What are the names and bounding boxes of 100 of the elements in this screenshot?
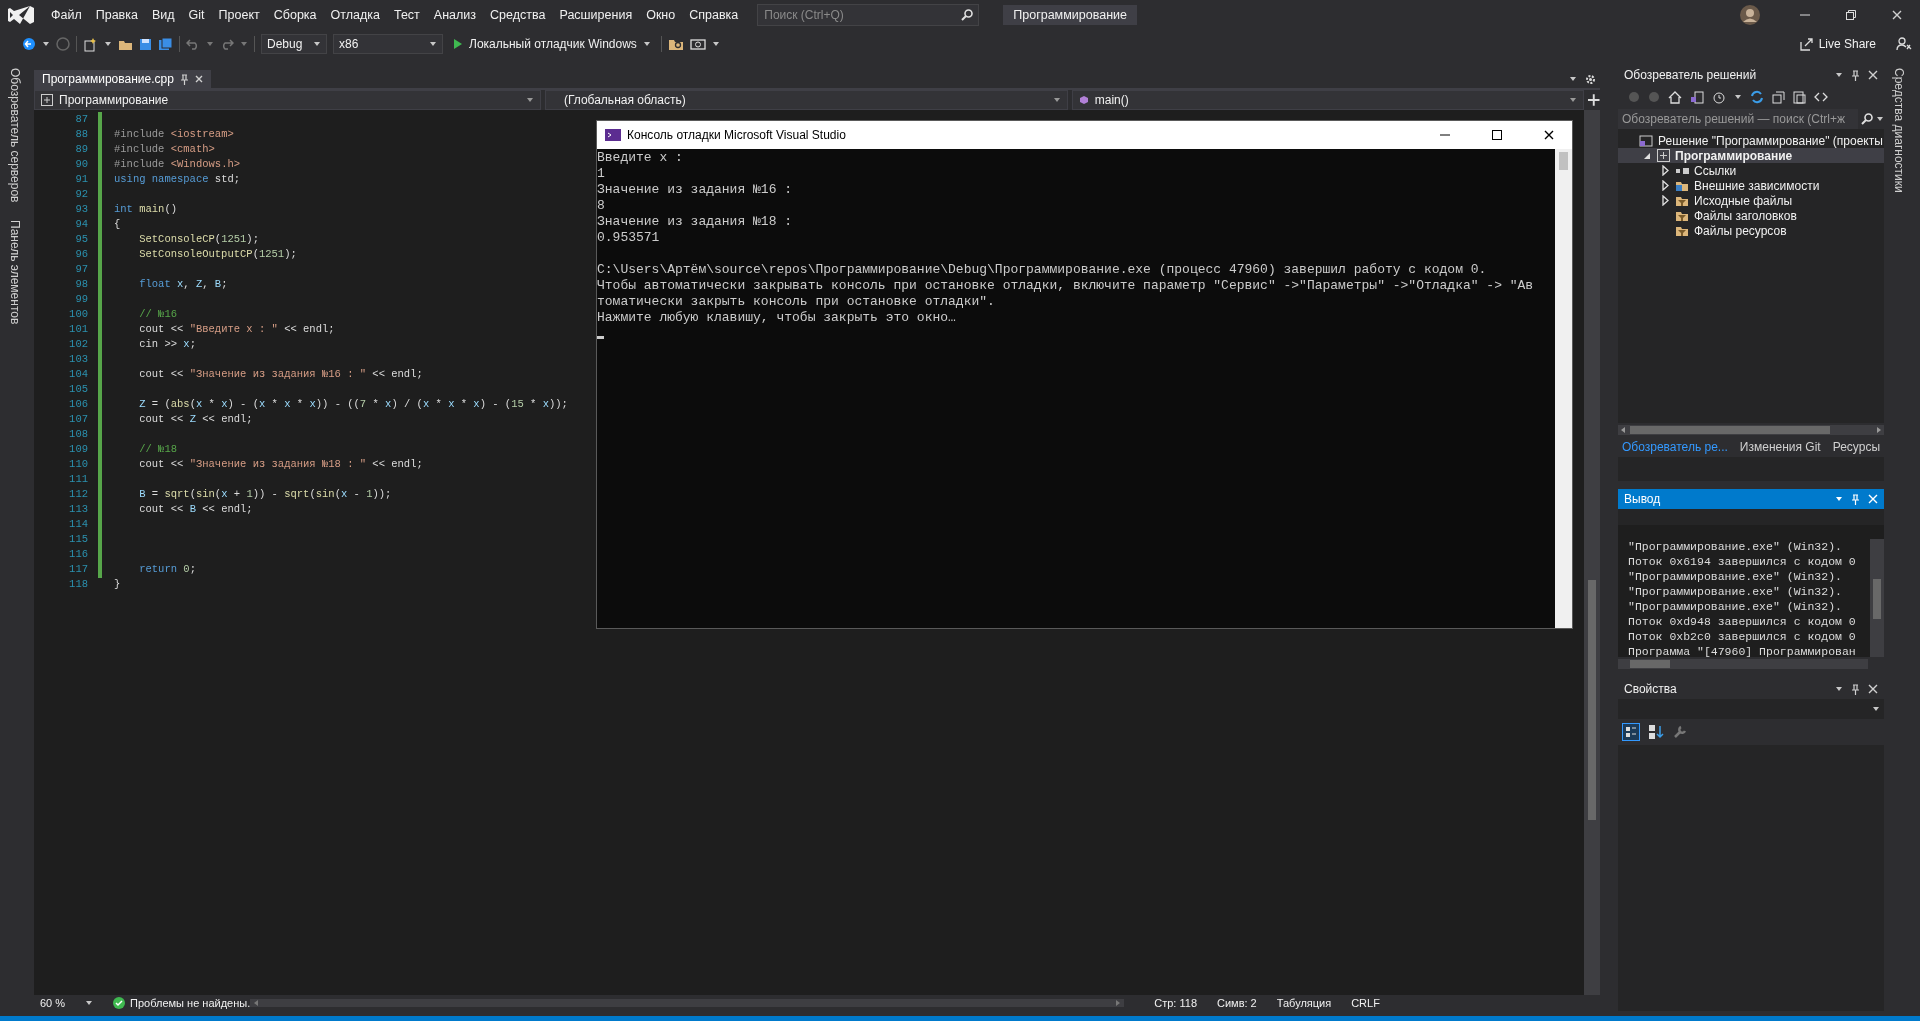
- home-icon[interactable]: [1668, 90, 1682, 104]
- undo-icon[interactable]: [186, 38, 200, 50]
- caret-icon[interactable]: [85, 1000, 94, 1006]
- scope-dropdown[interactable]: main(): [1071, 90, 1585, 110]
- caret-icon[interactable]: [1734, 94, 1742, 100]
- run-button[interactable]: Локальный отладчик Windows: [449, 34, 655, 54]
- tree-item[interactable]: Исходные файлы: [1618, 193, 1884, 208]
- column-indicator[interactable]: Симв: 2: [1217, 997, 1257, 1009]
- caret-icon[interactable]: [429, 41, 437, 47]
- vertical-scrollbar[interactable]: [1555, 149, 1572, 628]
- caret-icon[interactable]: [313, 41, 321, 47]
- avatar-icon[interactable]: [1740, 5, 1760, 25]
- console-line: 0.953571: [597, 230, 660, 246]
- scope-dropdown[interactable]: Программирование: [34, 90, 541, 110]
- tree-item[interactable]: Внешние зависимости: [1618, 178, 1884, 193]
- tree-item[interactable]: Решение "Программирование" (проекты: [1618, 133, 1884, 148]
- restore-icon[interactable]: [1846, 10, 1856, 20]
- panel-tab[interactable]: Ресурсы: [1832, 440, 1880, 454]
- menu-item[interactable]: Проект: [211, 0, 267, 30]
- redo-icon[interactable]: [220, 38, 234, 50]
- horizontal-scrollbar[interactable]: [1618, 425, 1884, 435]
- menu-item[interactable]: Окно: [639, 0, 683, 30]
- split-icon[interactable]: [1588, 94, 1600, 106]
- menu-item[interactable]: Справка: [682, 0, 746, 30]
- caret-icon[interactable]: [1052, 97, 1061, 103]
- document-tab[interactable]: Программирование.cpp: [34, 70, 211, 88]
- tree-item[interactable]: Файлы заголовков: [1618, 208, 1884, 223]
- side-tab[interactable]: Обозреватель серверов: [8, 66, 22, 205]
- horizontal-scrollbar[interactable]: [250, 998, 1125, 1008]
- tree-item[interactable]: Программирование: [1618, 148, 1884, 163]
- code-line: float x, Z, B;: [138, 277, 228, 292]
- pin-icon[interactable]: [1851, 69, 1860, 81]
- menu-item[interactable]: Тест: [387, 0, 427, 30]
- caret-icon[interactable]: [104, 41, 112, 47]
- collapsed-arrow-icon[interactable]: [1661, 195, 1669, 206]
- panel-tab[interactable]: Обозреватель ре...: [1622, 440, 1728, 454]
- code-icon[interactable]: [1814, 92, 1828, 102]
- caret-icon[interactable]: [1835, 72, 1843, 78]
- solution-switch-icon[interactable]: [1690, 90, 1704, 104]
- feedback-icon[interactable]: [1896, 36, 1912, 52]
- menu-item[interactable]: Правка: [88, 0, 145, 30]
- output-line: "Программирование.exe" (Win32).: [1628, 584, 1843, 599]
- caret-icon[interactable]: [42, 41, 50, 47]
- save-icon[interactable]: [139, 37, 152, 51]
- save-all-icon[interactable]: [158, 37, 173, 51]
- camera-icon[interactable]: [689, 37, 706, 51]
- tree-item[interactable]: Ссылки: [1618, 163, 1884, 178]
- collapse-icon[interactable]: [1772, 90, 1785, 104]
- text-cursor: [597, 336, 604, 339]
- caret-icon[interactable]: [1876, 116, 1884, 122]
- wrench-icon[interactable]: [1672, 724, 1688, 740]
- caret-icon[interactable]: [1835, 686, 1843, 692]
- search-field[interactable]: Обозреватель решений — поиск (Ctrl+ж: [1618, 109, 1858, 129]
- settings-icon[interactable]: [1585, 73, 1596, 85]
- indent-indicator[interactable]: Табуляция: [1276, 997, 1332, 1009]
- vertical-scrollbar[interactable]: [1870, 539, 1884, 657]
- collapsed-arrow-icon[interactable]: [1661, 180, 1669, 191]
- clock-icon[interactable]: [1712, 90, 1726, 104]
- caret-icon[interactable]: [1569, 76, 1577, 82]
- problems-indicator[interactable]: Проблемы не найдены.: [113, 997, 251, 1009]
- panel-tab[interactable]: Изменения Git: [1739, 440, 1821, 454]
- menu-item[interactable]: Файл: [44, 0, 89, 30]
- maximize-icon[interactable]: [1492, 130, 1502, 140]
- side-tab[interactable]: Панель элементов: [8, 218, 22, 327]
- output-line: Поток 0xd948 завершился с кодом 0: [1628, 614, 1857, 629]
- caret-icon[interactable]: [525, 97, 534, 103]
- refresh-icon[interactable]: [1750, 90, 1764, 104]
- close-icon[interactable]: [1544, 130, 1554, 140]
- new-project-icon[interactable]: [83, 36, 98, 52]
- live-share-button[interactable]: Live Share: [1793, 34, 1882, 54]
- caret-icon[interactable]: [642, 41, 651, 47]
- scope-dropdown[interactable]: (Глобальная область): [544, 90, 1068, 110]
- line-indicator[interactable]: Стр: 118: [1154, 997, 1197, 1009]
- categorized-icon[interactable]: [1622, 723, 1640, 741]
- menu-item[interactable]: Отладка: [323, 0, 387, 30]
- expanded-arrow-icon[interactable]: [1643, 151, 1651, 160]
- menu-item[interactable]: Git: [181, 0, 212, 30]
- menu-item[interactable]: Анализ: [426, 0, 484, 30]
- platform-dropdown[interactable]: x86: [333, 34, 443, 54]
- pin-icon[interactable]: [179, 73, 189, 85]
- horizontal-scrollbar[interactable]: [1618, 659, 1868, 669]
- folder-search-icon[interactable]: [667, 37, 684, 51]
- tree-item[interactable]: Файлы ресурсов: [1618, 223, 1884, 238]
- menu-item[interactable]: Сборка: [266, 0, 324, 30]
- menu-item[interactable]: Расширения: [552, 0, 640, 30]
- files-icon[interactable]: [1793, 90, 1806, 104]
- caret-icon[interactable]: [1835, 496, 1843, 502]
- collapsed-arrow-icon[interactable]: [1661, 165, 1669, 176]
- line-ending-indicator[interactable]: CRLF: [1351, 997, 1380, 1009]
- caret-icon[interactable]: [1872, 706, 1880, 712]
- sort-alpha-icon[interactable]: [1648, 724, 1664, 740]
- configuration-dropdown[interactable]: Debug: [261, 34, 327, 54]
- side-tab[interactable]: Средства диагностики: [1892, 66, 1906, 195]
- vertical-scrollbar[interactable]: [1584, 110, 1600, 995]
- menu-item[interactable]: Вид: [144, 0, 182, 30]
- menu-item[interactable]: Средства: [483, 0, 553, 30]
- search-field[interactable]: Поиск (Ctrl+Q): [757, 4, 980, 26]
- caret-icon[interactable]: [711, 41, 720, 47]
- pin-icon[interactable]: [1851, 683, 1860, 695]
- caret-icon[interactable]: [1569, 97, 1578, 103]
